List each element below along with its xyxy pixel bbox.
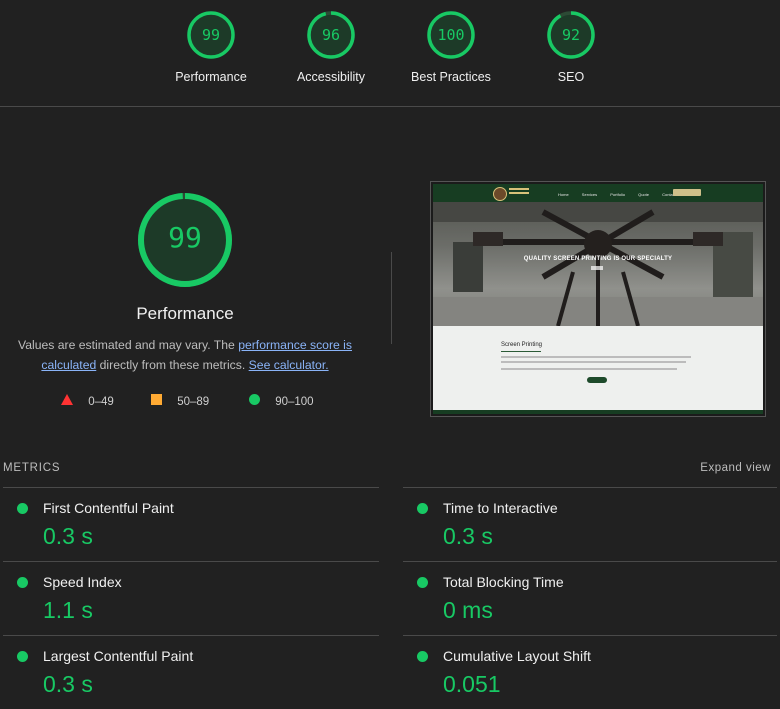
metric-value: 0 ms — [443, 597, 493, 623]
metric-label: Largest Contentful Paint — [43, 648, 194, 664]
metric-total-blocking-time: Total Blocking Time 0 ms — [403, 561, 773, 635]
final-screenshot[interactable]: Home Services Portfolio Quote Contact Ab… — [430, 181, 766, 417]
gauge-best-practices[interactable]: 100 Best Practices — [396, 10, 506, 84]
gauge-score: 99 — [201, 26, 221, 44]
text-line — [501, 356, 691, 358]
metric-speed-index: Speed Index 1.1 s — [3, 561, 373, 635]
hero-shade — [433, 202, 763, 326]
nav-link: Quote — [638, 192, 649, 197]
metric-value: 0.3 s — [443, 523, 493, 549]
screenshot-hero-button — [591, 266, 603, 270]
circle-green-icon — [417, 651, 428, 662]
metric-label: Cumulative Layout Shift — [443, 648, 591, 664]
screenshot-footer-strip — [433, 410, 763, 414]
square-orange-icon — [151, 394, 162, 405]
logo-icon — [493, 187, 507, 201]
circle-green-icon — [17, 577, 28, 588]
metric-label: Time to Interactive — [443, 500, 558, 516]
metric-time-to-interactive: Time to Interactive 0.3 s — [403, 487, 773, 561]
gauge-label: Best Practices — [411, 70, 491, 84]
gauge-score: 96 — [321, 26, 341, 44]
metric-value: 0.051 — [443, 671, 501, 697]
legend-range: 0–49 — [88, 396, 114, 408]
screenshot-hero-text: QUALITY SCREEN PRINTING IS OUR SPECIALTY — [523, 256, 673, 262]
circle-green-icon — [17, 651, 28, 662]
gauge-label: Performance — [175, 70, 247, 84]
metric-value: 1.1 s — [43, 597, 93, 623]
legend-pass: 90–100 — [249, 394, 314, 408]
gauge-label: SEO — [557, 70, 585, 84]
metric-cumulative-layout-shift: Cumulative Layout Shift 0.051 — [403, 635, 773, 709]
gauge-accessibility[interactable]: 96 Accessibility — [276, 10, 386, 84]
screenshot-hero: QUALITY SCREEN PRINTING IS OUR SPECIALTY — [433, 202, 763, 326]
nav-link: Portfolio — [610, 192, 625, 197]
screenshot-section-button — [587, 377, 607, 383]
divider — [501, 351, 541, 352]
gauge-seo[interactable]: 92 SEO — [516, 10, 626, 84]
screenshot-cta-button — [673, 189, 701, 196]
circle-green-icon — [417, 503, 428, 514]
logo-text — [509, 188, 529, 196]
desc-text: directly from these metrics. — [96, 358, 249, 372]
legend-average: 50–89 — [151, 394, 209, 408]
circle-green-icon — [249, 394, 260, 405]
legend-range: 50–89 — [177, 396, 210, 408]
legend-range: 90–100 — [275, 396, 314, 408]
circle-green-icon — [417, 577, 428, 588]
legend-fail: 0–49 — [61, 394, 114, 408]
metric-label: First Contentful Paint — [43, 500, 174, 516]
gauge-score: 100 — [437, 26, 465, 44]
metric-value: 0.3 s — [43, 671, 93, 697]
screenshot-navbar: Home Services Portfolio Quote Contact Ab… — [433, 184, 763, 202]
performance-score: 99 — [168, 221, 202, 254]
metric-first-contentful-paint: First Contentful Paint 0.3 s — [3, 487, 373, 561]
metric-label: Total Blocking Time — [443, 574, 564, 590]
circle-green-icon — [17, 503, 28, 514]
expand-view-toggle[interactable]: Expand view — [700, 462, 771, 474]
text-line — [501, 361, 686, 363]
metric-value: 0.3 s — [43, 523, 93, 549]
gauge-performance[interactable]: 99 Performance — [156, 10, 266, 84]
metric-label: Speed Index — [43, 574, 122, 590]
nav-link: Services — [581, 192, 598, 197]
triangle-red-icon — [61, 394, 73, 405]
desc-text: Values are estimated and may vary. The — [18, 338, 239, 352]
gauge-score: 92 — [561, 26, 581, 44]
text-line — [501, 368, 677, 370]
performance-title: Performance — [136, 304, 234, 323]
see-calculator-link[interactable]: See calculator. — [249, 358, 329, 372]
nav-link: Home — [558, 192, 569, 197]
performance-description: Values are estimated and may vary. The p… — [14, 335, 356, 375]
screenshot-section-title: Screen Printing — [501, 342, 543, 348]
screenshot-content: Screen Printing — [433, 326, 763, 414]
gauge-label: Accessibility — [296, 70, 366, 84]
category-gauges: 99 Performance 96 Accessibility 100 Best… — [0, 0, 780, 107]
metrics-heading: METRICS — [3, 462, 61, 474]
metric-largest-contentful-paint: Largest Contentful Paint 0.3 s — [3, 635, 373, 709]
divider — [391, 252, 392, 344]
performance-gauge: 99 — [136, 191, 234, 289]
